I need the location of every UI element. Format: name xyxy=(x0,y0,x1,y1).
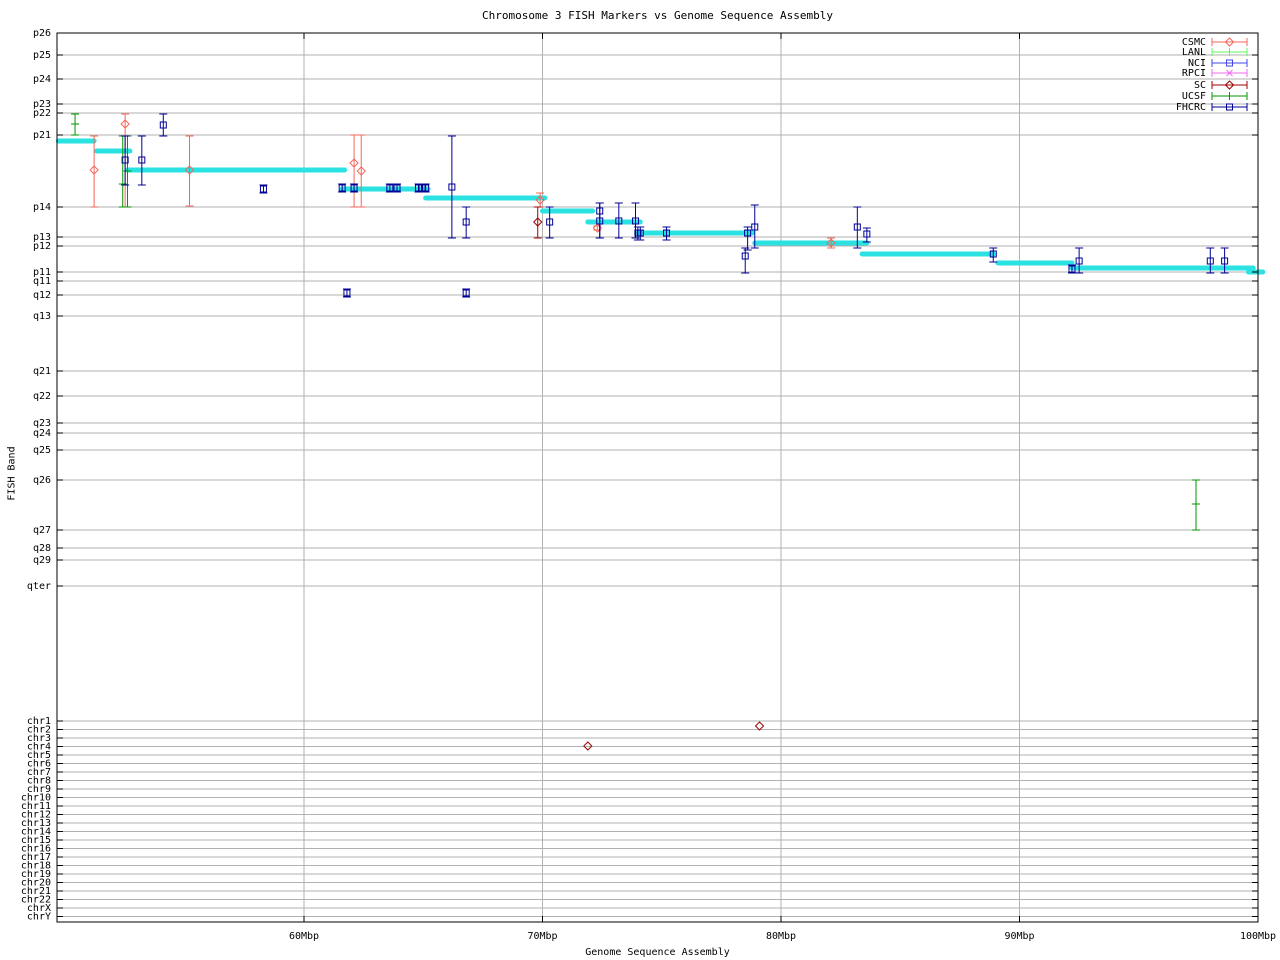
legend-label: LANL xyxy=(1182,47,1206,58)
y-tick-label: p22 xyxy=(33,108,51,119)
y-tick-label: q29 xyxy=(33,555,51,566)
y-tick-label: q28 xyxy=(33,543,51,554)
legend: CSMCLANLNCIRPCISCUCSFFHCRC xyxy=(1176,37,1248,113)
y-tick-label: q11 xyxy=(33,276,51,287)
y-tick-label: p25 xyxy=(33,50,51,61)
y-tick-label: q12 xyxy=(33,290,51,301)
gridlines xyxy=(57,32,1258,922)
y-tick-label: q21 xyxy=(33,366,51,377)
y-tick-label: p26 xyxy=(33,28,51,39)
y-tick-label: q22 xyxy=(33,391,51,402)
y-tick-label: p24 xyxy=(33,74,51,85)
x-tick-label: 90Mbp xyxy=(1004,931,1034,942)
y-tick-label: q13 xyxy=(33,311,51,322)
y-tick-label: p12 xyxy=(33,241,51,252)
x-tick-label: 60Mbp xyxy=(289,931,319,942)
series-ucsf xyxy=(71,113,1200,531)
x-tick-label: 70Mbp xyxy=(527,931,557,942)
y-tick-label: q25 xyxy=(33,445,51,456)
y-tick-label: qter xyxy=(27,581,51,592)
legend-entry: SC xyxy=(1194,80,1248,91)
legend-entry: LANL xyxy=(1182,47,1248,58)
axis-ticks: p26p25p24p23p22p21p14p13p12p11q11q12q13q… xyxy=(21,28,1276,942)
y-tick-label: q26 xyxy=(33,475,51,486)
series-csmc xyxy=(89,113,836,249)
chart-page: Chromosome 3 FISH Markers vs Genome Sequ… xyxy=(0,0,1280,960)
legend-label: RPCI xyxy=(1182,68,1206,79)
y-tick-label: q24 xyxy=(33,428,51,439)
legend-label: UCSF xyxy=(1182,91,1206,102)
chart-svg: p26p25p24p23p22p21p14p13p12p11q11q12q13q… xyxy=(21,28,1276,942)
y-tick-label: q27 xyxy=(33,525,51,536)
y-tick-label: chrY xyxy=(27,912,51,923)
legend-entry: RPCI xyxy=(1182,68,1248,79)
legend-label: SC xyxy=(1194,80,1206,91)
y-tick-label: p21 xyxy=(33,130,51,141)
series-sc xyxy=(533,206,765,751)
series-fhcrc xyxy=(121,113,1229,298)
x-tick-label: 100Mbp xyxy=(1240,931,1276,942)
marker-sc xyxy=(754,721,765,731)
legend-entry: UCSF xyxy=(1182,91,1248,102)
legend-label: FHCRC xyxy=(1176,102,1206,113)
x-tick-label: 80Mbp xyxy=(766,931,796,942)
y-tick-label: p14 xyxy=(33,202,51,213)
